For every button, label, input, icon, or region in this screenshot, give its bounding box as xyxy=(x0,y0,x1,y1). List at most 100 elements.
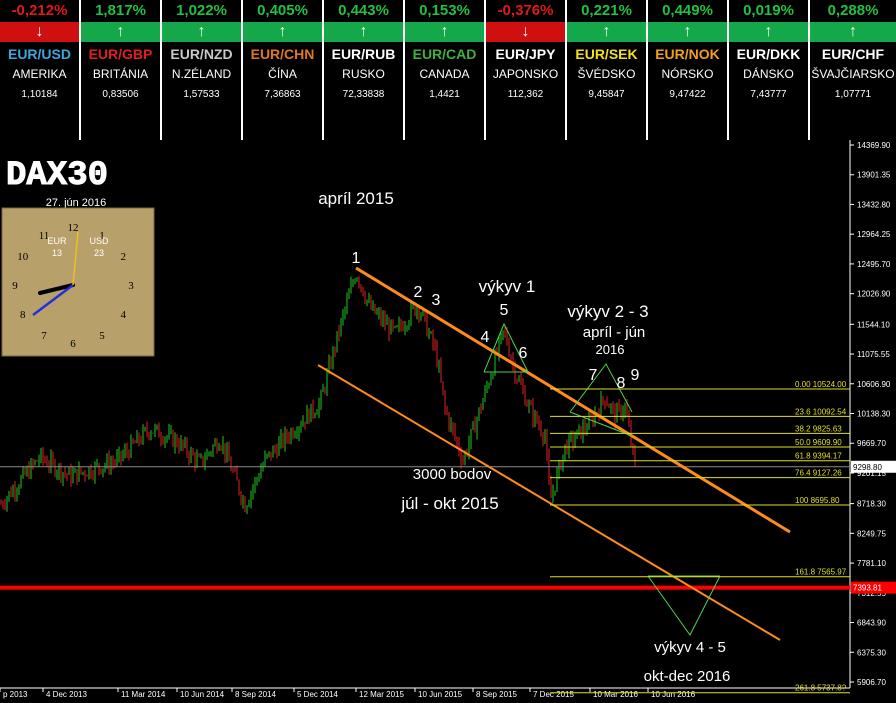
fib-level-label: 61.8 9394.17 xyxy=(795,452,842,461)
price-tick-label: 8249.75 xyxy=(857,529,886,538)
dax30-chart: 14369.90 13901.35 13432.80 12964.25 12495.70… xyxy=(0,140,896,703)
change-percent: -0,376% xyxy=(486,0,565,22)
time-tick-label: 12 Mar 2015 xyxy=(359,690,404,699)
fib-level-label: 76.4 9127.26 xyxy=(795,469,842,478)
country-name: CANADA xyxy=(419,67,470,81)
arrow-up-icon: ↑ xyxy=(324,22,403,42)
currency-pair: EUR/GBP xyxy=(88,46,153,62)
time-tick-label: 8 Sep 2015 xyxy=(476,690,517,699)
country-name: JAPONSKO xyxy=(492,67,559,81)
current-price-label: 9298.80 xyxy=(853,463,882,472)
exchange-rate: 9,45847 xyxy=(588,89,625,100)
label-vykyv-4-5: výkyv 4 - 5 xyxy=(654,639,726,656)
currency-pair: EUR/CHN xyxy=(250,46,315,62)
change-percent: 0,019% xyxy=(729,0,808,22)
label-okt-dec-2016: okt-dec 2016 xyxy=(644,668,731,685)
label-april-2015: apríl 2015 xyxy=(318,189,394,208)
price-tick-label: 13901.35 xyxy=(857,171,891,180)
currency-pair: EUR/CAD xyxy=(412,46,477,62)
exchange-rate: 1,10184 xyxy=(21,89,58,100)
currency-pair: EUR/USD xyxy=(7,46,71,62)
currency-pair: EUR/RUB xyxy=(331,46,396,62)
ticker-cell-eur-rub: 0,443% ↑ EUR/RUB RUSKO 72,33838 xyxy=(324,0,405,140)
price-tick-label: 10138.30 xyxy=(857,410,891,419)
arrow-down-icon: ↓ xyxy=(486,22,565,42)
wave-label-7: 7 xyxy=(589,367,598,384)
ticker-cell-eur-sek: 0,221% ↑ EUR/SEK ŠVÉDSKO 9,45847 xyxy=(567,0,648,140)
chart-title: DAX30 xyxy=(6,157,108,195)
arrow-down-icon: ↓ xyxy=(0,22,79,42)
ticker-cell-eur-cad: 0,153% ↑ EUR/CAD CANADA 1,4421 xyxy=(405,0,486,140)
exchange-rate: 9,47422 xyxy=(669,89,706,100)
arrow-up-icon: ↑ xyxy=(648,22,727,42)
price-tick-label: 12964.25 xyxy=(857,230,891,239)
exchange-rate: 72,33838 xyxy=(342,89,385,100)
clock-numeral: 10 xyxy=(17,251,29,263)
price-tick-label: 8718.30 xyxy=(857,500,886,509)
change-percent: 0,288% xyxy=(810,0,896,22)
arrow-up-icon: ↑ xyxy=(567,22,646,42)
exchange-rate: 0,83506 xyxy=(102,89,139,100)
country-name: ŠVÉDSKO xyxy=(577,67,636,81)
change-percent: 1,022% xyxy=(162,0,241,22)
time-tick-label: 4 Dec 2013 xyxy=(46,690,87,699)
price-tick-label: 5906.70 xyxy=(857,678,886,687)
ticker-cell-eur-jpy: -0,376% ↓ EUR/JPY JAPONSKO 112,362 xyxy=(486,0,567,140)
clock-numeral: 2 xyxy=(120,251,126,263)
ticker-cell-eur-nzd: 1,022% ↑ EUR/NZD N.ZÉLAND 1,57533 xyxy=(162,0,243,140)
wave-label-4: 4 xyxy=(481,329,490,346)
currency-pair: EUR/CHF xyxy=(821,46,885,62)
label-vykyv-1: výkyv 1 xyxy=(479,277,536,296)
price-tick-label: 10606.90 xyxy=(857,380,891,389)
change-percent: 0,449% xyxy=(648,0,727,22)
ticker-cell-eur-chn: 0,405% ↑ EUR/CHN ČÍNA 7,36863 xyxy=(243,0,324,140)
arrow-up-icon: ↑ xyxy=(243,22,322,42)
time-tick-label: 10 Jun 2015 xyxy=(418,690,463,699)
ticker-cell-eur-chf: 0,288% ↑ EUR/CHF ŠVAJČIARSKO 1,07771 xyxy=(810,0,896,140)
price-tick-label: 6843.90 xyxy=(857,619,886,628)
clock-eur-value: 13 xyxy=(52,248,62,258)
fib-level-label: 261.8 5737.8? xyxy=(795,684,847,693)
ticker-cell-eur-nok: 0,449% ↑ EUR/NOK NÓRSKO 9,47422 xyxy=(648,0,729,140)
change-percent: 0,405% xyxy=(243,0,322,22)
arrow-up-icon: ↑ xyxy=(810,22,896,42)
arrow-up-icon: ↑ xyxy=(729,22,808,42)
label-vykyv-2-3: výkyv 2 - 3 xyxy=(567,302,648,321)
clock-numeral: 5 xyxy=(99,330,105,342)
arrow-up-icon: ↑ xyxy=(81,22,160,42)
exchange-rate: 1,57533 xyxy=(183,89,220,100)
arrow-up-icon: ↑ xyxy=(405,22,484,42)
wave-label-2: 2 xyxy=(414,284,423,301)
clock-usd-label: USD xyxy=(89,236,109,246)
clock-numeral: 3 xyxy=(128,280,134,292)
exchange-rate: 1,4421 xyxy=(429,89,460,100)
clock-numeral: 8 xyxy=(20,309,26,321)
fib-level-label: 50.0 9609.90 xyxy=(795,438,842,447)
price-tick-label: 13432.80 xyxy=(857,200,891,209)
time-tick-label: 10 Mar 2016 xyxy=(593,690,638,699)
arrow-up-icon: ↑ xyxy=(162,22,241,42)
clock-eur-label: EUR xyxy=(47,236,67,246)
country-name: ŠVAJČIARSKO xyxy=(811,67,895,81)
time-tick-label: 10 Jun 2016 xyxy=(651,690,696,699)
wave-label-8: 8 xyxy=(617,375,626,392)
ticker-cell-eur-dkk: 0,019% ↑ EUR/DKK DÁNSKO 7,43777 xyxy=(729,0,810,140)
currency-pair: EUR/NOK xyxy=(655,46,720,62)
label-jul-okt-2015: júl - okt 2015 xyxy=(400,494,498,513)
fib-level-label: 100 8695.80 xyxy=(795,496,840,505)
exchange-rate: 7,43777 xyxy=(750,89,787,100)
currency-pair: EUR/JPY xyxy=(495,46,556,62)
country-name: DÁNSKO xyxy=(743,67,794,81)
fib-level-label: 38.2 9825.63 xyxy=(795,424,842,433)
currency-pair: EUR/NZD xyxy=(170,46,233,62)
time-tick-label: p 2013 xyxy=(3,690,28,699)
country-name: AMERIKA xyxy=(12,67,67,81)
price-tick-label: 11544.10 xyxy=(857,320,890,329)
price-tick-label: 12026.90 xyxy=(857,290,891,299)
ticker-cell-eur-gbp: 1,817% ↑ EUR/GBP BRITÁNIA 0,83506 xyxy=(81,0,162,140)
change-percent: -0,212% xyxy=(0,0,79,22)
clock-numeral: 7 xyxy=(41,330,47,342)
exchange-rate: 7,36863 xyxy=(264,89,301,100)
country-name: N.ZÉLAND xyxy=(171,67,232,81)
wave-label-3: 3 xyxy=(432,292,441,309)
